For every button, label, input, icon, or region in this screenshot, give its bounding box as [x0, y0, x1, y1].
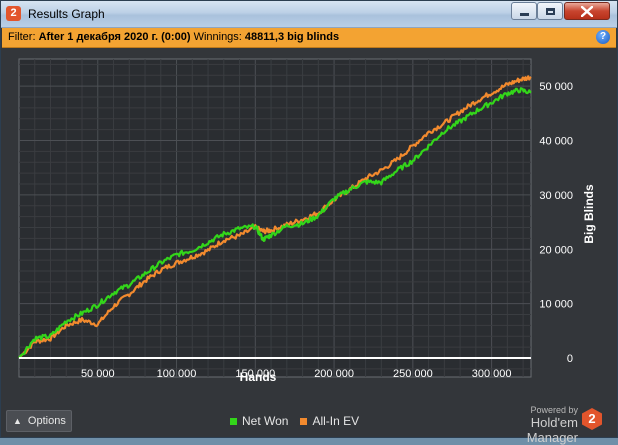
filter-summary: Filter: After 1 декабря 2020 г. (0:00) W… — [8, 31, 339, 43]
legend: Net Won All-In EV — [230, 414, 359, 428]
powered-by-block: Powered by Hold'em Manager — [478, 405, 578, 445]
y-tick-label: 30 000 — [539, 190, 573, 202]
filter-prefix: Filter: — [8, 31, 36, 43]
help-icon[interactable]: ? — [596, 30, 610, 44]
minimize-icon — [519, 12, 529, 16]
x-tick-label: 50 000 — [81, 368, 115, 380]
app-logo-icon: 2 — [6, 6, 21, 21]
legend-label-net-won: Net Won — [242, 414, 289, 428]
options-button[interactable]: ▲ Options — [6, 410, 72, 432]
bottom-bar: ▲ Options Net Won All-In EV Powered by H… — [2, 405, 616, 445]
y-tick-label: 20 000 — [539, 244, 573, 256]
plot-area — [18, 58, 532, 378]
winnings-value: 48811,3 big blinds — [244, 31, 340, 43]
maximize-icon — [545, 7, 555, 15]
filter-value: After 1 декабря 2020 г. (0:00) — [38, 31, 191, 43]
chevron-up-icon: ▲ — [13, 416, 22, 426]
net-won-swatch — [230, 417, 237, 425]
close-icon — [581, 5, 593, 17]
x-axis-label: Hands — [240, 370, 277, 384]
filter-bar: Filter: After 1 декабря 2020 г. (0:00) W… — [2, 28, 616, 48]
title-bar[interactable]: 2 Results Graph — [1, 1, 617, 28]
graph-panel: 50 000 100 000 150 000 200 000 250 000 300 00… — [2, 48, 616, 405]
legend-item-all-in-ev[interactable]: All-In EV — [300, 414, 359, 428]
x-tick-label: 200 000 — [314, 368, 354, 380]
x-tick-label: 250 000 — [393, 368, 433, 380]
all-in-ev-swatch — [300, 417, 308, 425]
window-title: Results Graph — [28, 7, 105, 21]
close-button[interactable] — [564, 2, 610, 20]
options-label: Options — [27, 415, 66, 427]
maximize-button[interactable] — [537, 2, 563, 20]
winnings-label: Winnings: — [193, 31, 242, 43]
y-tick-label: 50 000 — [539, 81, 573, 93]
product-name: Hold'em Manager — [526, 415, 578, 445]
y-tick-label: 40 000 — [539, 136, 573, 148]
y-axis-label: Big Blinds — [582, 184, 596, 244]
results-chart: 50 000 100 000 150 000 200 000 250 000 300 00… — [18, 58, 596, 384]
y-tick-label: 0 — [567, 353, 573, 365]
legend-item-net-won[interactable]: Net Won — [230, 414, 288, 428]
minimize-button[interactable] — [511, 2, 537, 20]
holdem-manager-logo-icon: 2 — [582, 408, 602, 430]
legend-label-all-in-ev: All-In EV — [312, 414, 360, 428]
y-tick-label: 10 000 — [539, 299, 573, 311]
y-axis: 0 10 000 20 000 30 000 40 000 50 000 — [539, 81, 573, 365]
powered-by-text: Powered by — [530, 405, 578, 415]
x-tick-label: 300 000 — [472, 368, 512, 380]
results-graph-window: 2 Results Graph Filter: After 1 декабря … — [0, 0, 618, 445]
x-tick-label: 100 000 — [157, 368, 197, 380]
